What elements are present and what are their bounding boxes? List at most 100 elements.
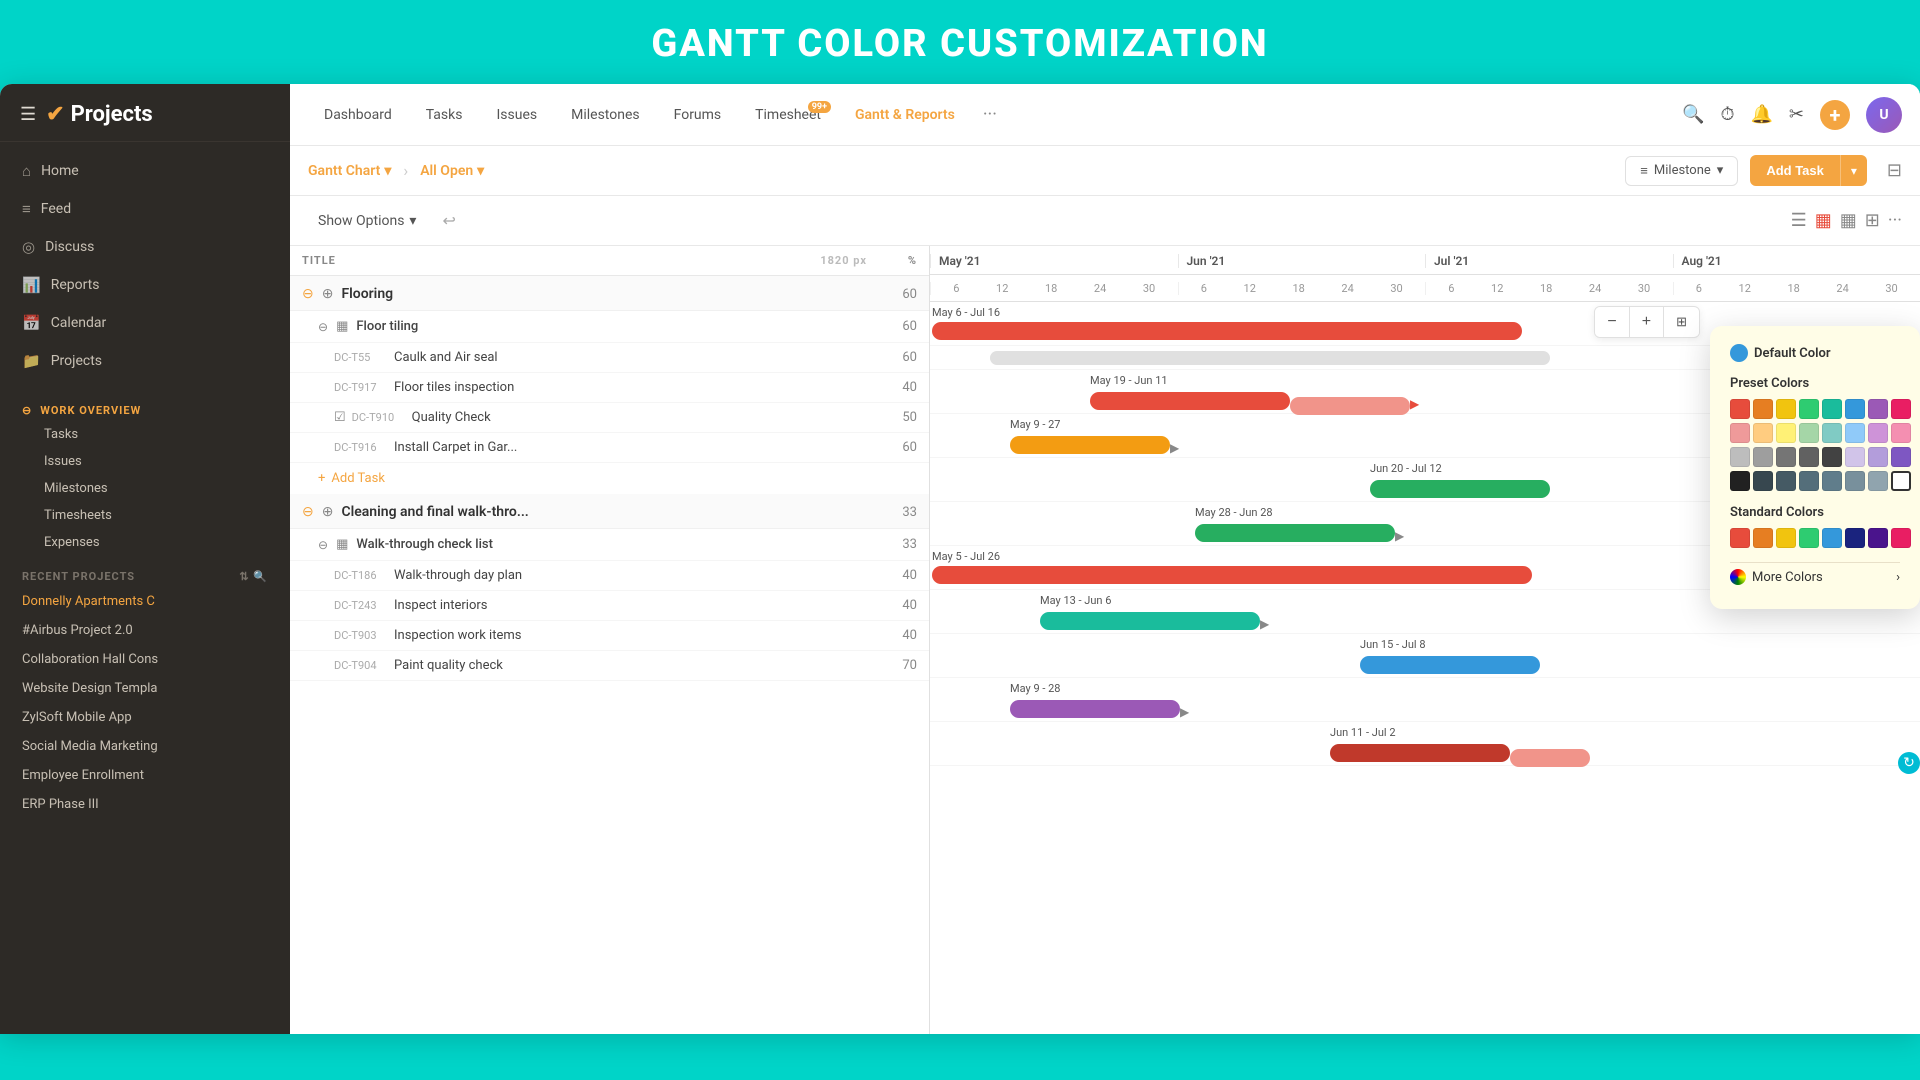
color-swatch[interactable] — [1845, 471, 1865, 491]
std-color-swatch[interactable] — [1799, 528, 1819, 548]
color-swatch[interactable] — [1868, 447, 1888, 467]
subgroup-floor-tiling-header[interactable]: ⊖ ▦ Floor tiling 60 — [290, 311, 929, 343]
sidebar-sub-tasks[interactable]: Tasks — [0, 421, 290, 448]
recent-project-employee[interactable]: Employee Enrollment — [0, 761, 290, 790]
color-swatch[interactable] — [1891, 447, 1911, 467]
color-swatch[interactable] — [1868, 423, 1888, 443]
add-button[interactable]: + — [1820, 100, 1850, 130]
color-swatch[interactable] — [1730, 399, 1750, 419]
task-row[interactable]: DC-T916 Install Carpet in Gar... 60 — [290, 433, 929, 463]
bell-icon[interactable]: 🔔 — [1750, 104, 1772, 125]
nav-milestones[interactable]: Milestones — [555, 99, 656, 131]
recent-project-airbus[interactable]: #Airbus Project 2.0 — [0, 616, 290, 645]
color-swatch[interactable] — [1845, 423, 1865, 443]
color-swatch[interactable] — [1753, 447, 1773, 467]
undo-icon[interactable]: ↩ — [436, 205, 461, 236]
gantt-bar-paintquality[interactable] — [1330, 744, 1510, 762]
std-color-swatch[interactable] — [1845, 528, 1865, 548]
sidebar-item-calendar[interactable]: 📅 Calendar — [0, 304, 290, 342]
color-swatch[interactable] — [1776, 399, 1796, 419]
nav-tasks[interactable]: Tasks — [410, 99, 479, 131]
group-collapse-icon[interactable]: ⊖ — [302, 286, 314, 302]
gantt-bar-quality[interactable] — [1370, 480, 1550, 498]
more-view-options-icon[interactable]: ··· — [1888, 210, 1902, 231]
search-icon[interactable]: 🔍 — [1682, 104, 1704, 125]
color-swatch[interactable] — [1730, 471, 1750, 491]
task-row[interactable]: DC-T243 Inspect interiors 40 — [290, 591, 929, 621]
list-view-icon[interactable]: ☰ — [1791, 210, 1807, 231]
group-collapse-icon[interactable]: ⊖ — [302, 504, 314, 520]
gantt-bar-carpet[interactable] — [1195, 524, 1395, 542]
recent-sort-icon[interactable]: ⇅ 🔍 — [239, 570, 268, 583]
sidebar-sub-expenses[interactable]: Expenses — [0, 529, 290, 556]
add-task-button[interactable]: Add Task — [1750, 155, 1840, 186]
color-swatch[interactable] — [1845, 399, 1865, 419]
gantt-bar-walkday[interactable] — [1040, 612, 1260, 630]
sidebar-item-projects[interactable]: 📁 Projects — [0, 342, 290, 380]
task-row[interactable]: ☑ DC-T910 Quality Check 50 — [290, 403, 929, 433]
more-colors-button[interactable]: More Colors › — [1730, 562, 1900, 591]
add-task-flooring-row[interactable]: + Add Task — [290, 463, 929, 494]
add-task-dropdown-button[interactable]: ▾ — [1840, 155, 1867, 186]
nav-timesheet[interactable]: Timesheet 99+ — [739, 99, 837, 131]
subgroup-collapse-icon[interactable]: ⊖ — [318, 538, 328, 552]
color-swatch[interactable] — [1730, 423, 1750, 443]
sidebar-sub-milestones[interactable]: Milestones — [0, 475, 290, 502]
color-swatch[interactable] — [1799, 399, 1819, 419]
user-avatar[interactable]: U — [1866, 97, 1902, 133]
task-row[interactable]: DC-T55 Caulk and Air seal 60 — [290, 343, 929, 373]
color-swatch[interactable] — [1776, 423, 1796, 443]
all-open-dropdown[interactable]: All Open ▾ — [420, 163, 484, 179]
color-swatch[interactable] — [1891, 399, 1911, 419]
sidebar-item-feed[interactable]: ≡ Feed — [0, 190, 290, 228]
gantt-bar-workitems[interactable] — [1010, 700, 1180, 718]
color-swatch[interactable] — [1776, 447, 1796, 467]
std-color-swatch[interactable] — [1868, 528, 1888, 548]
recent-project-erp[interactable]: ERP Phase III — [0, 790, 290, 819]
group-flooring-header[interactable]: ⊖ ⊕ Flooring 60 — [290, 276, 929, 311]
color-swatch[interactable] — [1730, 447, 1750, 467]
std-color-swatch[interactable] — [1753, 528, 1773, 548]
zoom-minus-button[interactable]: − — [1595, 307, 1629, 337]
task-checkbox-icon[interactable]: ☑ — [334, 410, 346, 425]
color-swatch[interactable] — [1822, 399, 1842, 419]
std-color-swatch[interactable] — [1776, 528, 1796, 548]
sidebar-sub-issues[interactable]: Issues — [0, 448, 290, 475]
settings-icon[interactable]: ✂ — [1789, 104, 1804, 125]
nav-forums[interactable]: Forums — [658, 99, 738, 131]
color-swatch-selected[interactable] — [1891, 471, 1911, 491]
color-swatch[interactable] — [1822, 423, 1842, 443]
color-swatch[interactable] — [1753, 471, 1773, 491]
sidebar-sub-timesheets[interactable]: Timesheets — [0, 502, 290, 529]
work-overview-collapse-icon[interactable]: ⊖ — [22, 404, 32, 417]
std-color-swatch[interactable] — [1730, 528, 1750, 548]
milestone-button[interactable]: ≡ Milestone ▾ — [1625, 156, 1738, 186]
sidebar-item-discuss[interactable]: ◎ Discuss — [0, 228, 290, 266]
recent-project-zylsoft[interactable]: ZylSoft Mobile App — [0, 703, 290, 732]
calendar-view-icon[interactable]: ▦ — [1815, 210, 1832, 231]
task-row[interactable]: DC-T186 Walk-through day plan 40 — [290, 561, 929, 591]
subgroup-collapse-icon[interactable]: ⊖ — [318, 320, 328, 334]
gantt-chart-dropdown[interactable]: Gantt Chart ▾ — [308, 163, 391, 179]
group-cleaning-header[interactable]: ⊖ ⊕ Cleaning and final walk-thro... 33 — [290, 494, 929, 529]
gantt-bar-flooring[interactable] — [932, 322, 1522, 340]
subgroup-walkthrough-header[interactable]: ⊖ ▦ Walk-through check list 33 — [290, 529, 929, 561]
color-swatch[interactable] — [1776, 471, 1796, 491]
zoom-plus-button[interactable]: + — [1630, 307, 1664, 337]
timer-icon[interactable]: ⏱ — [1720, 104, 1734, 125]
color-swatch[interactable] — [1799, 423, 1819, 443]
color-swatch[interactable] — [1868, 471, 1888, 491]
color-swatch[interactable] — [1891, 423, 1911, 443]
task-row[interactable]: DC-T903 Inspection work items 40 — [290, 621, 929, 651]
sidebar-item-reports[interactable]: 📊 Reports — [0, 266, 290, 304]
task-row[interactable]: DC-T904 Paint quality check 70 — [290, 651, 929, 681]
recent-project-donnelly[interactable]: Donnelly Apartments C — [0, 587, 290, 616]
zoom-fit-button[interactable]: ⊞ — [1664, 308, 1699, 336]
show-options-button[interactable]: Show Options ▾ — [308, 207, 426, 235]
recent-project-website[interactable]: Website Design Templa — [0, 674, 290, 703]
gantt-bar-tiles[interactable] — [1010, 436, 1170, 454]
gantt-bar-inspect[interactable] — [1360, 656, 1540, 674]
nav-dashboard[interactable]: Dashboard — [308, 99, 408, 131]
hamburger-icon[interactable]: ☰ — [20, 104, 36, 125]
nav-more-dots[interactable]: ··· — [973, 96, 1007, 133]
